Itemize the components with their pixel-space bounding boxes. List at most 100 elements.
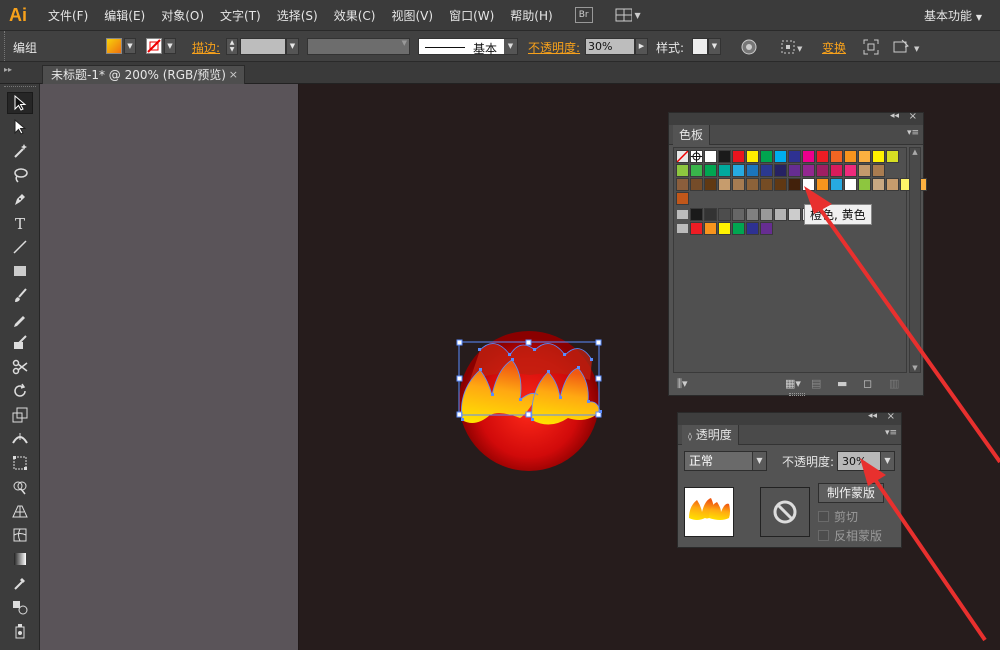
blend-tool[interactable] xyxy=(7,596,33,618)
color-swatch[interactable] xyxy=(858,150,871,163)
color-swatch[interactable] xyxy=(788,164,801,177)
gradient-tool[interactable] xyxy=(7,548,33,570)
menu-item[interactable]: 效果(C) xyxy=(326,7,384,24)
color-swatch[interactable] xyxy=(844,150,857,163)
scissors-tool[interactable] xyxy=(7,356,33,378)
make-mask-button[interactable]: 制作蒙版 xyxy=(818,483,884,503)
color-swatch[interactable] xyxy=(844,178,857,191)
opacity-link[interactable]: 不透明度: xyxy=(528,39,580,56)
color-swatch[interactable] xyxy=(704,150,717,163)
menu-item[interactable]: 对象(O) xyxy=(153,7,212,24)
color-swatch[interactable] xyxy=(858,178,871,191)
menu-item[interactable]: 视图(V) xyxy=(383,7,441,24)
stroke-weight-input[interactable] xyxy=(240,38,286,55)
color-swatch[interactable] xyxy=(676,192,689,205)
registration-swatch[interactable] xyxy=(690,150,703,163)
bright-swatch[interactable] xyxy=(718,222,731,235)
paintbrush-tool[interactable] xyxy=(7,284,33,306)
color-swatch[interactable] xyxy=(886,150,899,163)
clip-checkbox[interactable] xyxy=(818,511,829,522)
new-color-group-icon[interactable]: ▬ xyxy=(837,377,847,390)
scale-tool[interactable] xyxy=(7,404,33,426)
panel-menu-icon[interactable]: ▾≡ xyxy=(885,428,897,438)
arrange-documents-button[interactable]: ▼ xyxy=(615,7,641,23)
scroll-down-icon[interactable]: ▼ xyxy=(910,364,920,372)
color-swatch[interactable] xyxy=(690,164,703,177)
color-swatch[interactable] xyxy=(774,164,787,177)
trash-icon[interactable]: ▥ xyxy=(889,377,899,390)
gray-swatch[interactable] xyxy=(690,208,703,221)
menu-item[interactable]: 文件(F) xyxy=(40,7,96,24)
rectangle-tool[interactable] xyxy=(7,260,33,282)
color-swatch[interactable] xyxy=(774,178,787,191)
stroke-weight-stepper[interactable]: ▲ ▼ xyxy=(226,38,238,55)
lasso-tool[interactable] xyxy=(7,164,33,186)
opacity-dropdown[interactable]: ▶ xyxy=(635,38,648,55)
variable-width-profile[interactable]: ▼ xyxy=(307,38,410,55)
object-thumbnail[interactable] xyxy=(684,487,734,537)
fill-dropdown[interactable]: ▼ xyxy=(124,38,136,54)
bridge-button[interactable]: Br xyxy=(574,7,593,23)
color-swatch[interactable] xyxy=(746,178,759,191)
rotate-tool[interactable] xyxy=(7,380,33,402)
color-swatch[interactable] xyxy=(690,178,703,191)
color-swatch[interactable] xyxy=(746,150,759,163)
blob-brush-tool[interactable] xyxy=(7,332,33,354)
close-panel-icon[interactable]: × xyxy=(887,411,895,422)
gray-swatch[interactable] xyxy=(774,208,787,221)
color-swatch[interactable] xyxy=(816,164,829,177)
bright-swatch[interactable] xyxy=(690,222,703,235)
color-swatch[interactable] xyxy=(858,164,871,177)
direct-selection-tool[interactable] xyxy=(7,116,33,138)
panel-options-button[interactable]: ▼ xyxy=(892,38,924,56)
bright-swatch[interactable] xyxy=(746,222,759,235)
color-swatch[interactable] xyxy=(760,164,773,177)
align-dropdown[interactable]: ▼ xyxy=(780,38,806,56)
color-swatch[interactable] xyxy=(802,164,815,177)
color-swatch[interactable] xyxy=(704,178,717,191)
color-swatch[interactable] xyxy=(816,178,829,191)
stroke-swatch[interactable] xyxy=(146,38,162,54)
transform-link[interactable]: 变换 xyxy=(822,39,846,56)
bright-swatch[interactable] xyxy=(760,222,773,235)
menu-item[interactable]: 选择(S) xyxy=(269,7,326,24)
document-tab[interactable]: 未标题-1* @ 200% (RGB/预览) × xyxy=(42,65,245,84)
perspective-grid-tool[interactable] xyxy=(7,500,33,522)
collapse-icon[interactable]: ◂◂ xyxy=(868,411,877,421)
artwork-canvas[interactable] xyxy=(440,320,620,480)
gray-swatch[interactable] xyxy=(788,208,801,221)
color-swatch[interactable] xyxy=(844,164,857,177)
new-swatch-icon[interactable]: ◻ xyxy=(863,377,872,390)
selection-tool[interactable] xyxy=(7,92,33,114)
color-swatch[interactable] xyxy=(830,150,843,163)
gray-swatch[interactable] xyxy=(746,208,759,221)
color-group-folder-icon[interactable] xyxy=(677,210,688,219)
gray-swatch[interactable] xyxy=(732,208,745,221)
color-swatch[interactable] xyxy=(718,164,731,177)
opacity-input[interactable]: 30% xyxy=(585,38,635,55)
color-swatch[interactable] xyxy=(760,150,773,163)
graphic-style-swatch[interactable] xyxy=(692,38,708,55)
bright-swatch[interactable] xyxy=(704,222,717,235)
menu-item[interactable]: 窗口(W) xyxy=(441,7,502,24)
symbol-sprayer-tool[interactable] xyxy=(7,620,33,642)
color-swatch[interactable] xyxy=(872,178,885,191)
stroke-weight-dropdown[interactable]: ▼ xyxy=(286,38,299,55)
stroke-label[interactable]: 描边: xyxy=(192,39,220,56)
color-swatch[interactable] xyxy=(830,164,843,177)
menu-item[interactable]: 帮助(H) xyxy=(502,7,560,24)
isolate-group-button[interactable] xyxy=(862,38,880,56)
color-swatch[interactable] xyxy=(704,164,717,177)
brush-definition[interactable]: 基本 ▼ xyxy=(418,38,518,56)
transparency-panel-title[interactable]: ◊ 透明度 xyxy=(682,425,739,445)
color-swatch[interactable] xyxy=(788,150,801,163)
fill-swatch[interactable] xyxy=(106,38,122,54)
shape-builder-tool[interactable] xyxy=(7,476,33,498)
color-swatch[interactable] xyxy=(718,178,731,191)
magic-wand-tool[interactable] xyxy=(7,140,33,162)
recolor-artwork-button[interactable] xyxy=(740,38,758,56)
color-swatch[interactable] xyxy=(802,150,815,163)
graphic-style-dropdown[interactable]: ▼ xyxy=(708,38,721,55)
stroke-dropdown[interactable]: ▼ xyxy=(164,38,176,54)
swatches-panel-title[interactable]: 色板 xyxy=(673,125,711,145)
